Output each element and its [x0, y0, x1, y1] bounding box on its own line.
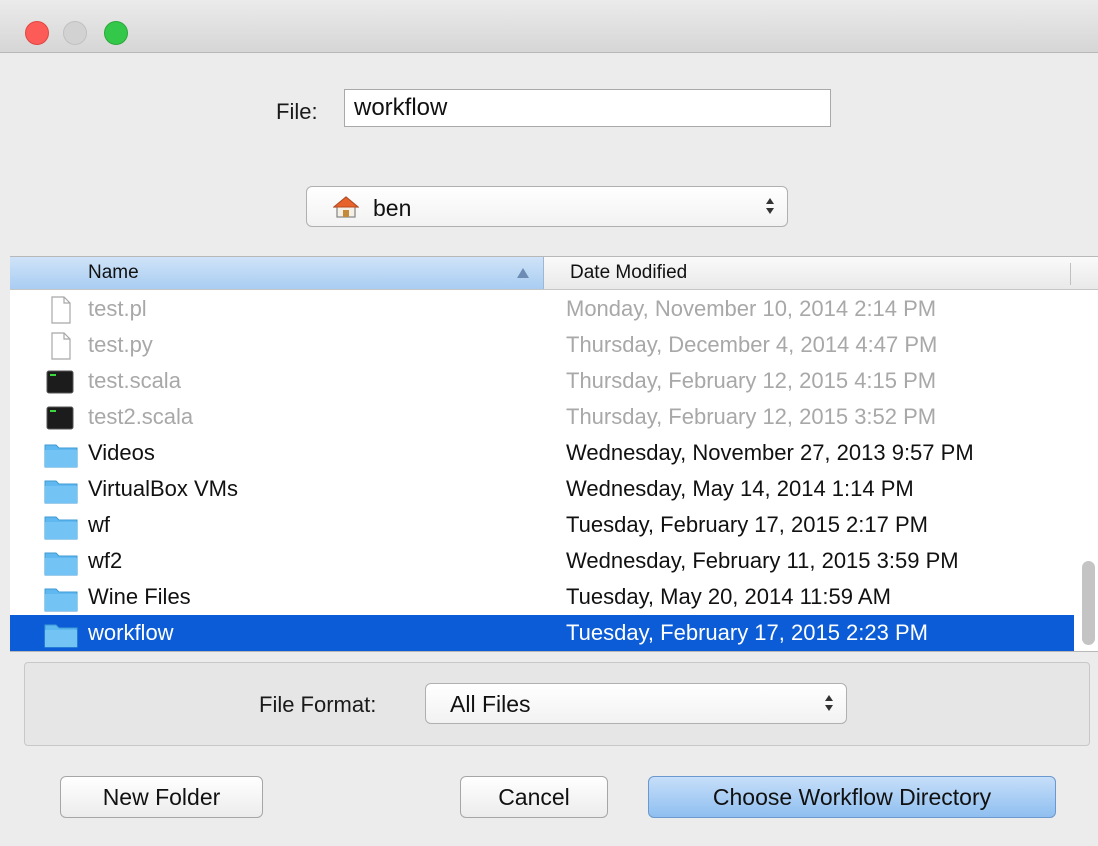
file-date-modified: Monday, November 10, 2014 2:14 PM — [566, 296, 937, 321]
file-name-input[interactable] — [344, 89, 831, 127]
file-format-value: All Files — [450, 691, 531, 717]
file-rows: test.pl Monday, November 10, 2014 2:14 PM… — [10, 291, 1074, 651]
folder-icon — [44, 620, 78, 648]
file-name: wf — [88, 512, 110, 537]
terminal-icon — [44, 368, 78, 396]
file-name: test.py — [88, 332, 153, 357]
file-row[interactable]: test2.scala Thursday, February 12, 2015 3… — [10, 399, 1074, 435]
new-folder-button[interactable]: New Folder — [60, 776, 263, 818]
file-format-panel: File Format: All Files — [24, 662, 1090, 746]
terminal-icon — [44, 404, 78, 432]
file-date-modified: Thursday, February 12, 2015 3:52 PM — [566, 404, 937, 429]
file-date-modified: Wednesday, November 27, 2013 9:57 PM — [566, 440, 974, 465]
home-icon — [333, 196, 359, 218]
location-dropdown[interactable]: ben — [306, 186, 788, 227]
file-name: test.pl — [88, 296, 147, 321]
file-name: test2.scala — [88, 404, 194, 429]
file-row[interactable]: test.pl Monday, November 10, 2014 2:14 PM — [10, 291, 1074, 327]
chevron-up-down-icon — [766, 198, 774, 214]
close-window-button[interactable] — [25, 21, 49, 45]
column-name-label: Name — [88, 262, 139, 283]
file-name: Videos — [88, 440, 155, 465]
folder-icon — [44, 548, 78, 576]
file-date-modified: Thursday, February 12, 2015 4:15 PM — [566, 368, 937, 393]
cancel-button[interactable]: Cancel — [460, 776, 608, 818]
file-format-dropdown[interactable]: All Files — [425, 683, 847, 724]
scrollbar-thumb[interactable] — [1082, 561, 1095, 645]
column-header-name[interactable]: Name — [10, 257, 544, 289]
file-list-header: Name Date Modified — [10, 257, 1098, 290]
file-row[interactable]: test.py Thursday, December 4, 2014 4:47 P… — [10, 327, 1074, 363]
file-chooser-dialog: File: ben Name Date Modified test.pl Mond… — [0, 0, 1098, 846]
file-date-modified: Wednesday, February 11, 2015 3:59 PM — [566, 548, 959, 573]
column-divider — [1070, 263, 1071, 285]
file-row[interactable]: workflow Tuesday, February 17, 2015 2:23 … — [10, 615, 1074, 651]
file-name: wf2 — [88, 548, 123, 573]
file-row[interactable]: wf Tuesday, February 17, 2015 2:17 PM — [10, 507, 1074, 543]
folder-icon — [44, 476, 78, 504]
file-date-modified: Tuesday, February 17, 2015 2:23 PM — [566, 620, 928, 645]
file-row[interactable]: Videos Wednesday, November 27, 2013 9:57 … — [10, 435, 1074, 471]
file-format-label: File Format: — [259, 692, 377, 717]
file-label: File: — [276, 99, 318, 124]
file-list: Name Date Modified test.pl Monday, Novemb… — [10, 256, 1098, 652]
file-date-modified: Thursday, December 4, 2014 4:47 PM — [566, 332, 938, 357]
file-row[interactable]: VirtualBox VMs Wednesday, May 14, 2014 1:… — [10, 471, 1074, 507]
document-icon — [44, 296, 78, 324]
file-row[interactable]: Wine Files Tuesday, May 20, 2014 11:59 AM — [10, 579, 1074, 615]
file-row[interactable]: wf2 Wednesday, February 11, 2015 3:59 PM — [10, 543, 1074, 579]
document-icon — [44, 332, 78, 360]
minimize-window-button[interactable] — [63, 21, 87, 45]
title-bar — [0, 0, 1098, 53]
file-name: workflow — [88, 620, 174, 645]
location-label: ben — [373, 195, 412, 221]
chevron-up-down-icon — [825, 695, 833, 711]
folder-icon — [44, 584, 78, 612]
column-header-date-modified[interactable]: Date Modified — [570, 262, 687, 284]
file-date-modified: Wednesday, May 14, 2014 1:14 PM — [566, 476, 914, 501]
file-name: Wine Files — [88, 584, 191, 609]
file-name: VirtualBox VMs — [88, 476, 238, 501]
file-name: test.scala — [88, 368, 181, 393]
zoom-window-button[interactable] — [104, 21, 128, 45]
file-date-modified: Tuesday, May 20, 2014 11:59 AM — [566, 584, 891, 609]
sort-ascending-icon — [517, 268, 529, 278]
folder-icon — [44, 440, 78, 468]
folder-icon — [44, 512, 78, 540]
file-date-modified: Tuesday, February 17, 2015 2:17 PM — [566, 512, 928, 537]
choose-workflow-directory-button[interactable]: Choose Workflow Directory — [648, 776, 1056, 818]
file-row[interactable]: test.scala Thursday, February 12, 2015 4:… — [10, 363, 1074, 399]
